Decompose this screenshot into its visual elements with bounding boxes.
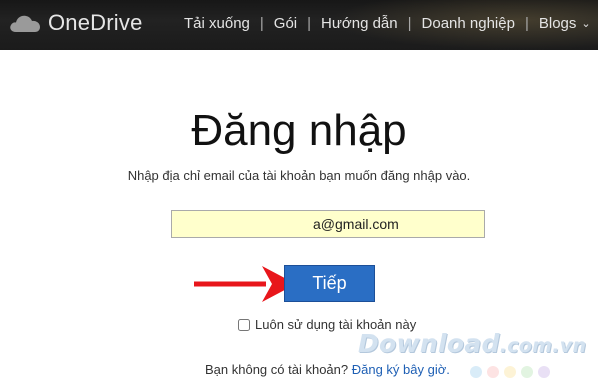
watermark-dot (470, 366, 482, 378)
nav-business[interactable]: Doanh nghiệp (422, 15, 515, 32)
nav-separator: | (307, 15, 312, 32)
arrow-right-icon (194, 266, 296, 302)
nav-plans[interactable]: Gói (274, 15, 297, 32)
main-nav: Tải xuống | Gói | Hướng dẫn | Doanh nghi… (184, 15, 591, 32)
watermark-domain: .com.vn (499, 335, 587, 357)
onedrive-logo[interactable]: OneDrive (8, 10, 143, 36)
watermark-brand: Download (358, 329, 500, 358)
chevron-down-icon[interactable]: ⌄ (581, 17, 590, 30)
next-button[interactable]: Tiếp (284, 265, 375, 302)
watermark-dot (487, 366, 499, 378)
instruction-text: Nhập địa chỉ email của tài khoản bạn muố… (127, 168, 471, 183)
watermark-dot (521, 366, 533, 378)
email-field[interactable] (171, 210, 485, 238)
signup-link[interactable]: Đăng ký bây giờ. (352, 362, 450, 377)
download-watermark: Download.com.vn (358, 329, 586, 358)
remember-checkbox[interactable] (238, 318, 250, 331)
watermark-dot (538, 366, 550, 378)
nav-blogs[interactable]: Blogs (539, 15, 577, 32)
nav-download[interactable]: Tải xuống (184, 15, 250, 32)
nav-separator: | (259, 15, 264, 32)
nav-separator: | (407, 15, 412, 32)
watermark-dot (504, 366, 516, 378)
signup-prompt: Bạn không có tài khoản? Đăng ký bây giờ. (205, 362, 450, 377)
top-navigation-bar: OneDrive Tải xuống | Gói | Hướng dẫn | D… (0, 0, 598, 50)
page-title: Đăng nhập (191, 106, 407, 155)
nav-guide[interactable]: Hướng dẫn (321, 15, 398, 32)
nav-separator: | (524, 15, 529, 32)
logo-text: OneDrive (48, 10, 143, 35)
signup-question: Bạn không có tài khoản? (205, 362, 349, 377)
watermark-dots (470, 366, 550, 378)
cloud-icon (8, 12, 42, 34)
